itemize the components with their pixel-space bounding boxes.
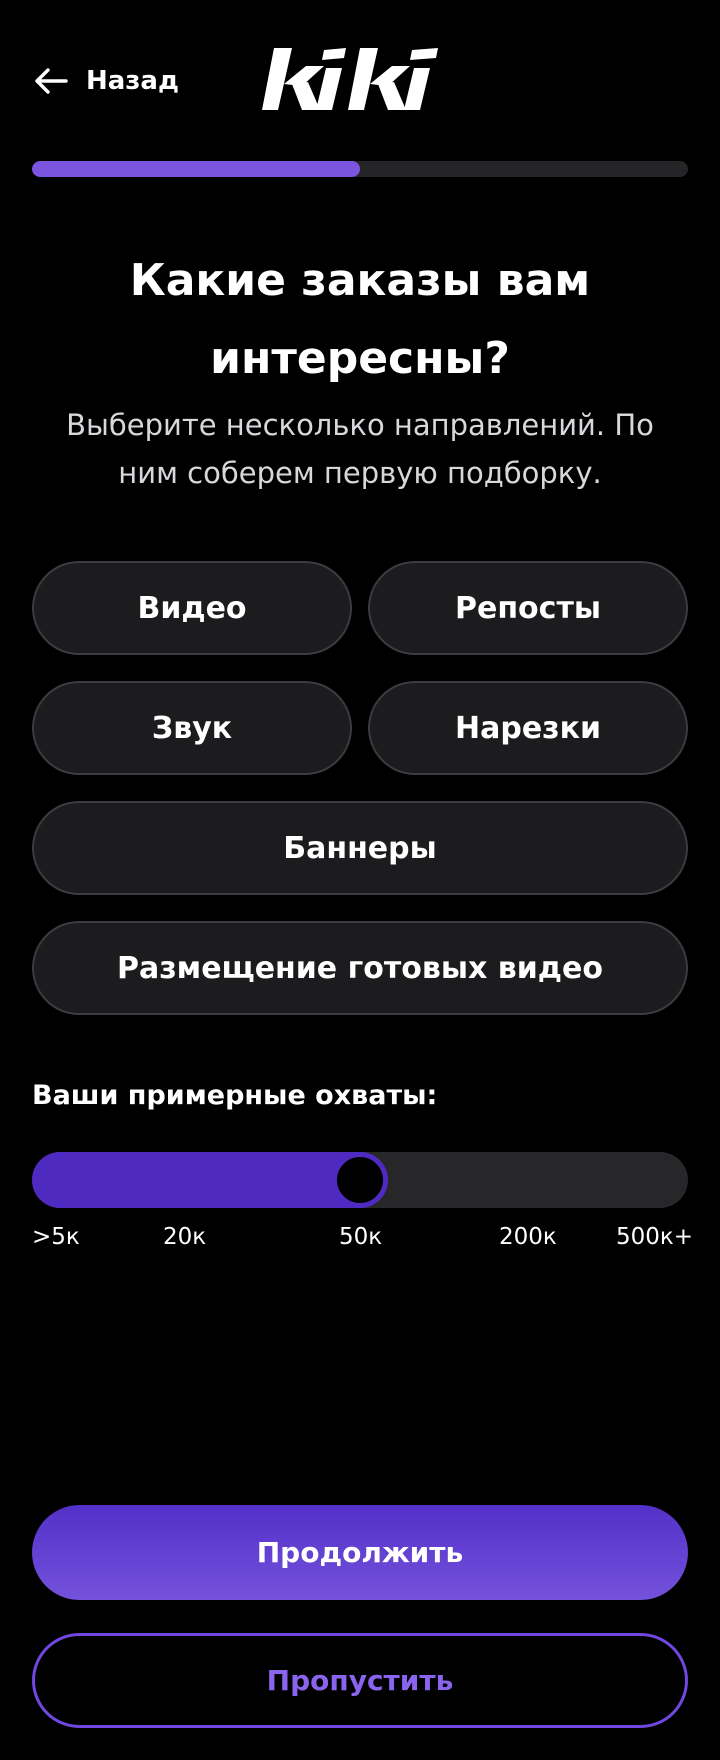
header: Назад [0,0,720,160]
reach-tick-label[interactable]: 20к [163,1224,206,1250]
progress-bar-fill [32,161,360,177]
arrow-left-icon [34,68,68,94]
category-chip-banners[interactable]: Баннеры [32,801,688,895]
category-chip-ready-video-placement[interactable]: Размещение готовых видео [32,921,688,1015]
page-title: Какие заказы вам интересны? [129,255,591,384]
kiki-logo [262,44,454,114]
category-chip-sound[interactable]: Звук [32,681,352,775]
reach-slider-thumb[interactable] [332,1152,388,1208]
reach-slider-ticks: >5к 20к 50к 200к 500к+ [0,1224,720,1256]
reach-slider[interactable] [32,1152,688,1208]
page-subtitle: Выберите несколько направлений. По ним с… [66,408,654,490]
reach-tick-label[interactable]: 200к [499,1224,557,1250]
category-chip-cuts[interactable]: Нарезки [368,681,688,775]
back-button[interactable]: Назад [34,60,179,102]
onboarding-progress-bar [32,161,688,177]
reach-tick-label[interactable]: >5к [32,1224,80,1250]
reach-tick-label[interactable]: 50к [339,1224,382,1250]
category-chip-reposts[interactable]: Репосты [368,561,688,655]
continue-button[interactable]: Продолжить [32,1505,688,1600]
reach-slider-title: Ваши примерные охваты: [32,1080,438,1111]
reach-tick-label[interactable]: 500к+ [616,1224,693,1250]
skip-button[interactable]: Пропустить [32,1633,688,1728]
category-chip-video[interactable]: Видео [32,561,352,655]
back-label: Назад [86,66,179,96]
